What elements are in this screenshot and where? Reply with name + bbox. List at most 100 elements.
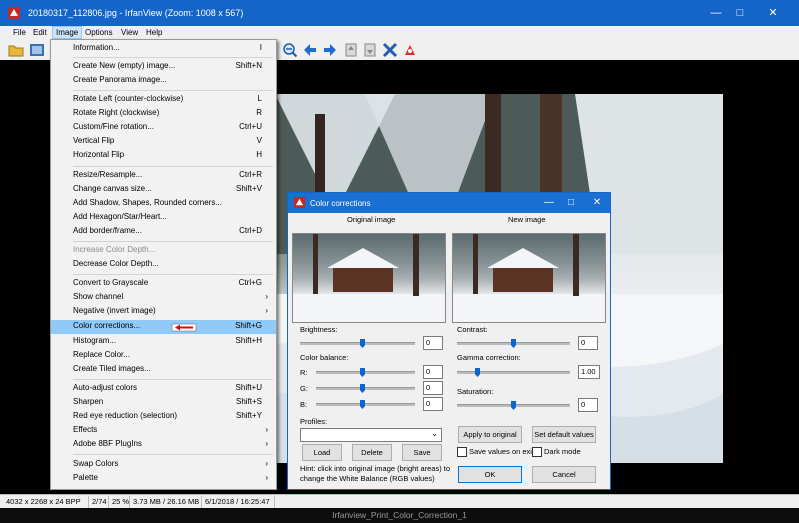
status-bar: 4032 x 2268 x 24 BPP 2/74 25 % 3.73 MB /… (0, 494, 799, 509)
dialog-close-button[interactable]: ✕ (586, 193, 608, 213)
options-tools-icon[interactable] (382, 42, 398, 58)
save-values-on-exit-checkbox[interactable] (457, 447, 467, 457)
menu-item-red-eye[interactable]: Red eye reduction (selection) Shift+Y (51, 410, 276, 423)
menu-view[interactable]: View (118, 27, 141, 38)
status-dimensions: 4032 x 2268 x 24 BPP (6, 497, 81, 506)
menu-item-horizontal-flip[interactable]: Horizontal Flip H (51, 149, 276, 162)
profiles-dropdown[interactable]: ⌄ (300, 428, 442, 442)
menu-item-sharpen[interactable]: Sharpen Shift+S (51, 396, 276, 409)
r-slider[interactable] (316, 368, 415, 377)
menu-item-8bf-plugins[interactable]: Adobe 8BF PlugIns › (51, 438, 276, 451)
new-image-label: New image (508, 215, 546, 224)
color-corrections-dialog: Color corrections — □ ✕ Original image N… (287, 192, 611, 490)
contrast-slider-thumb[interactable] (511, 339, 516, 348)
brightness-slider-thumb[interactable] (360, 339, 365, 348)
contrast-value[interactable]: 0 (578, 336, 598, 350)
gamma-slider-thumb[interactable] (475, 368, 480, 377)
r-slider-thumb[interactable] (360, 368, 365, 377)
b-slider[interactable] (316, 400, 415, 409)
contrast-slider[interactable] (457, 339, 570, 348)
menu-item-histogram[interactable]: Histogram... Shift+H (51, 335, 276, 348)
menu-item-swap-colors[interactable]: Swap Colors › (51, 458, 276, 471)
menu-item-replace-color[interactable]: Replace Color... (51, 349, 276, 362)
image-caption: Irfanview_Print_Color_Correction_1 (0, 508, 799, 523)
status-index: 2/74 (92, 497, 107, 506)
previous-icon[interactable] (302, 42, 318, 58)
menu-item-add-border[interactable]: Add border/frame... Ctrl+D (51, 225, 276, 238)
menu-item-create-panorama[interactable]: Create Panorama image... (51, 74, 276, 87)
copy-icon[interactable] (343, 42, 359, 58)
thumbnails-icon[interactable] (29, 42, 45, 58)
save-button[interactable]: Save (402, 444, 442, 461)
dialog-title: Color corrections (310, 199, 371, 208)
saturation-value[interactable]: 0 (578, 398, 598, 412)
original-image-preview[interactable] (292, 233, 446, 323)
dark-mode-label: Dark mode (544, 447, 581, 456)
menu-file[interactable]: File (10, 27, 29, 38)
set-default-values-button[interactable]: Set default values (532, 426, 596, 443)
paste-icon[interactable] (362, 42, 378, 58)
open-folder-icon[interactable] (8, 42, 24, 58)
menu-options[interactable]: Options (82, 27, 116, 38)
apply-to-original-button[interactable]: Apply to original (458, 426, 522, 443)
menu-item-create-new[interactable]: Create New (empty) image... Shift+N (51, 60, 276, 73)
submenu-arrow-icon: › (265, 292, 268, 301)
load-button[interactable]: Load (302, 444, 342, 461)
menu-item-decrease-color-depth[interactable]: Decrease Color Depth... (51, 258, 276, 271)
menu-item-color-corrections[interactable]: Color corrections... Shift+G (51, 320, 276, 334)
menu-item-canvas-size[interactable]: Change canvas size... Shift+V (51, 183, 276, 196)
r-value[interactable]: 0 (423, 365, 443, 379)
close-button[interactable]: ✕ (757, 0, 789, 26)
menu-item-effects[interactable]: Effects › (51, 424, 276, 437)
gamma-slider[interactable] (457, 368, 570, 377)
red-arrow-annotation-icon (171, 323, 197, 332)
saturation-slider[interactable] (457, 401, 570, 410)
hint-line-2: change the White Balance (RGB values) (300, 474, 435, 483)
g-slider[interactable] (316, 384, 415, 393)
saturation-slider-thumb[interactable] (511, 401, 516, 410)
menu-item-tiled-images[interactable]: Create Tiled images... (51, 363, 276, 376)
menu-item-negative[interactable]: Negative (invert image) › (51, 305, 276, 318)
menu-item-show-channel[interactable]: Show channel › (51, 291, 276, 304)
color-balance-label: Color balance: (300, 353, 349, 362)
menu-item-add-shadow[interactable]: Add Shadow, Shapes, Rounded corners... (51, 197, 276, 210)
next-icon[interactable] (322, 42, 338, 58)
b-slider-thumb[interactable] (360, 400, 365, 409)
irfanview-app-icon (8, 7, 20, 19)
menu-item-vertical-flip[interactable]: Vertical Flip V (51, 135, 276, 148)
dark-mode-checkbox[interactable] (532, 447, 542, 457)
submenu-arrow-icon: › (265, 459, 268, 468)
delete-button[interactable]: Delete (352, 444, 392, 461)
g-value[interactable]: 0 (423, 381, 443, 395)
menu-item-add-hexagon[interactable]: Add Hexagon/Star/Heart... (51, 211, 276, 224)
irfanview-logo-icon[interactable] (402, 42, 418, 58)
menu-item-information[interactable]: Information... I (51, 42, 276, 55)
menu-image[interactable]: Image (52, 26, 83, 39)
zoom-out-icon[interactable] (282, 42, 298, 58)
cancel-button[interactable]: Cancel (532, 466, 596, 483)
menu-item-rotate-left[interactable]: Rotate Left (counter-clockwise) L (51, 93, 276, 106)
g-slider-thumb[interactable] (360, 384, 365, 393)
dialog-minimize-button[interactable]: — (538, 193, 560, 213)
menu-item-custom-rotation[interactable]: Custom/Fine rotation... Ctrl+U (51, 121, 276, 134)
menu-help[interactable]: Help (143, 27, 165, 38)
menu-edit[interactable]: Edit (30, 27, 50, 38)
brightness-slider[interactable] (300, 339, 415, 348)
ok-button[interactable]: OK (458, 466, 522, 483)
brightness-value[interactable]: 0 (423, 336, 443, 350)
gamma-value[interactable]: 1.00 (578, 365, 600, 379)
image-menu-dropdown: Information... I Create New (empty) image… (50, 39, 277, 490)
new-image-preview (452, 233, 606, 323)
dialog-maximize-button[interactable]: □ (560, 193, 582, 213)
menu-item-auto-adjust[interactable]: Auto-adjust colors Shift+U (51, 382, 276, 395)
b-label: B: (300, 400, 308, 409)
menu-item-resize[interactable]: Resize/Resample... Ctrl+R (51, 169, 276, 182)
menu-item-grayscale[interactable]: Convert to Grayscale Ctrl+G (51, 277, 276, 290)
b-value[interactable]: 0 (423, 397, 443, 411)
submenu-arrow-icon: › (265, 425, 268, 434)
menu-item-palette[interactable]: Palette › (51, 472, 276, 485)
r-label: R: (300, 368, 308, 377)
maximize-button[interactable]: □ (724, 0, 756, 26)
submenu-arrow-icon: › (265, 473, 268, 482)
menu-item-rotate-right[interactable]: Rotate Right (clockwise) R (51, 107, 276, 120)
